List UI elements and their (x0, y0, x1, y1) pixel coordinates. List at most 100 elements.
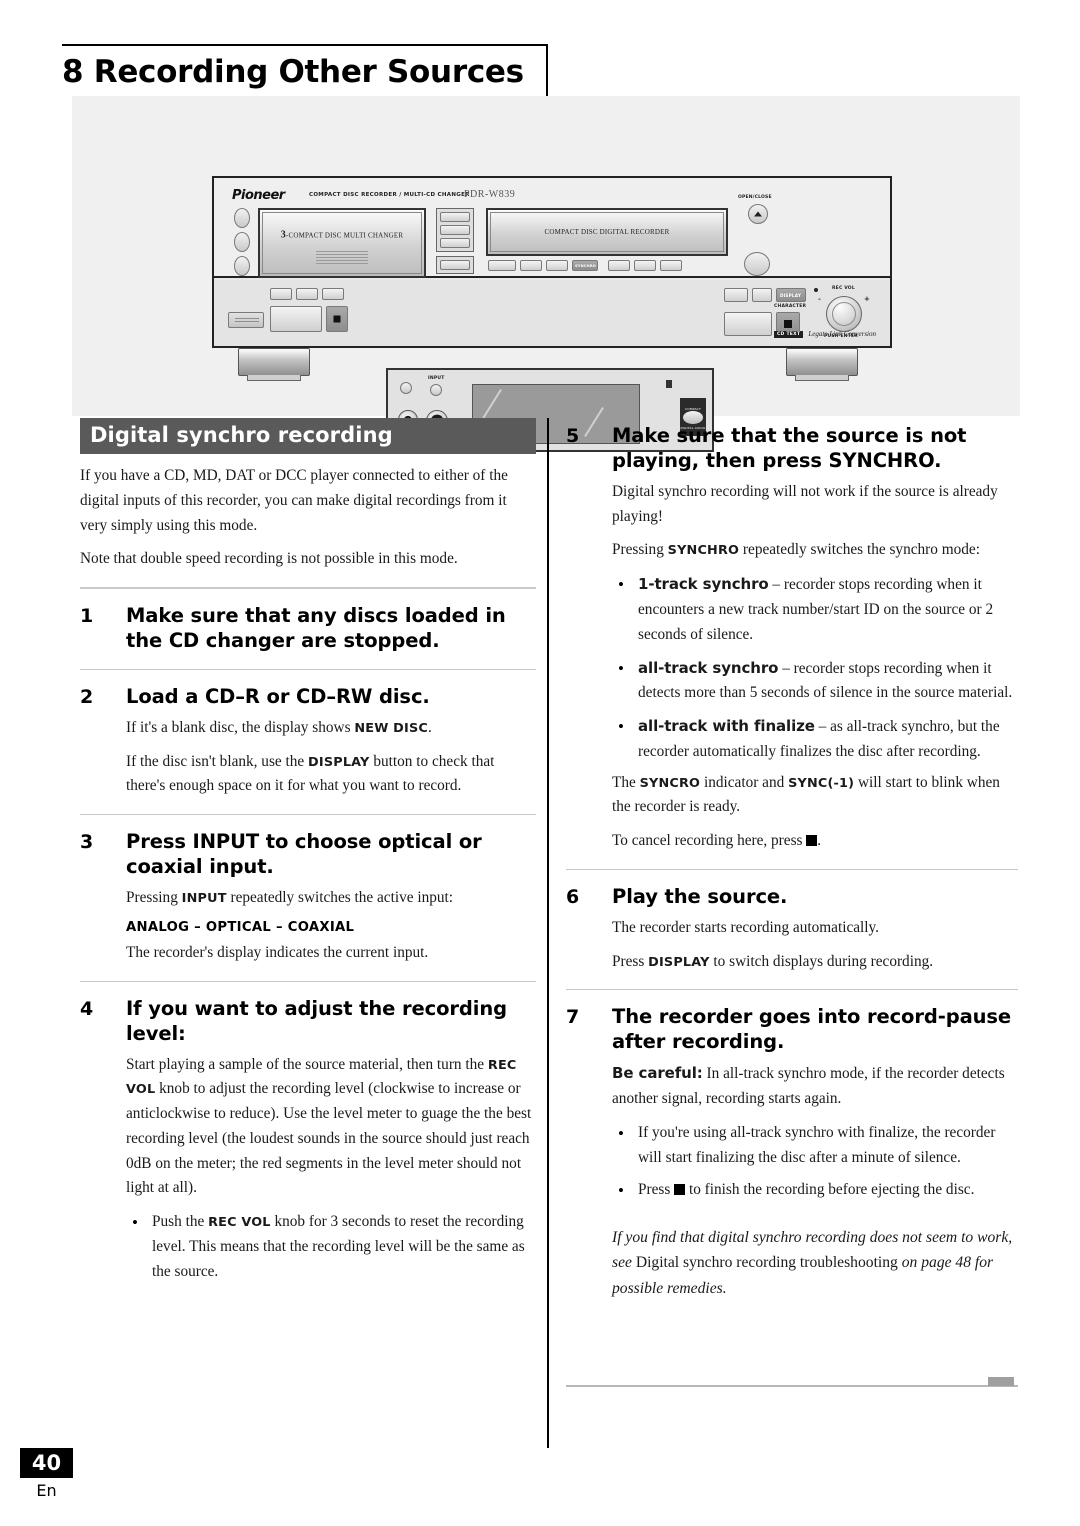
section-note: Note that double speed recording is not … (80, 550, 458, 568)
cd-recorder-tray: COMPACT DISC DIGITAL RECORDER (486, 208, 728, 256)
column-divider (547, 418, 549, 1448)
display-keyword: DISPLAY (308, 754, 370, 770)
step-2-title: Load a CD–R or CD–RW disc. (126, 684, 430, 708)
legato-link-text: Legato Link Conversion (808, 330, 876, 338)
list-item: Push the REC VOL knob for 3 seconds to r… (126, 1209, 536, 1284)
section-heading: Digital synchro recording (80, 418, 536, 454)
divider-rule (80, 587, 536, 590)
step-7-number: 7 (566, 1006, 580, 1029)
rec-vol-plus: + (864, 295, 871, 303)
rec-vol-knob (826, 296, 862, 332)
step-7: 7 The recorder goes into record-pause af… (566, 1005, 1018, 1300)
step-4-number: 4 (80, 997, 94, 1020)
list-item: 1-track synchro – recorder stops recordi… (612, 571, 1018, 647)
step-2-number: 2 (80, 685, 94, 708)
footer-rule (566, 1385, 1018, 1387)
rec-vol-minus: – (818, 296, 822, 303)
page-title: 8 Recording Other Sources (62, 54, 524, 90)
step-5-number: 5 (566, 425, 580, 447)
step-6-para-1: The recorder starts recording automatica… (612, 918, 880, 936)
divider-rule (80, 814, 536, 816)
step-7-bullets: If you're using all-track synchro with f… (612, 1120, 1018, 1205)
open-close-label: OPEN/CLOSE (738, 195, 772, 200)
page-header: 8 Recording Other Sources (62, 44, 548, 96)
cd-changer-tray: 3-COMPACT DISC MULTI CHANGER (258, 208, 426, 278)
divider-rule (80, 980, 536, 982)
step-2-para-1: If it's a blank disc, the display shows … (126, 718, 432, 736)
recorder-btn-1 (488, 260, 516, 271)
list-item: all-track synchro – recorder stops recor… (612, 655, 1018, 707)
unit-top-face: Pioneer COMPACT DISC RECORDER / MULTI-CD… (214, 178, 890, 278)
step-6: 6 Play the source. The recorder starts r… (566, 885, 1018, 974)
mode-term: all-track synchro (638, 658, 779, 677)
bottom-play-button (270, 306, 322, 332)
bottom-btn-1 (270, 288, 292, 300)
changer-round-button-3 (234, 256, 250, 276)
sync-minus-one-keyword: SYNC(-1) (788, 775, 855, 791)
step-7-title: The recorder goes into record-pause afte… (612, 1005, 1012, 1054)
display-button: DISPLAY (776, 288, 806, 302)
step-5: 5 Make sure that the source is not playi… (566, 424, 1018, 854)
step-4: 4 If you want to adjust the recording le… (80, 997, 536, 1285)
changer-round-button-2 (234, 232, 250, 252)
divider-rule (566, 989, 1018, 991)
section-intro: If you have a CD, MD, DAT or DCC player … (80, 467, 508, 534)
step-2: 2 Load a CD–R or CD–RW disc. If it's a b… (80, 685, 536, 799)
display-module-led (400, 382, 412, 394)
list-item: Press to finish the recording before eje… (612, 1177, 1018, 1204)
step-2-para-2: If the disc isn't blank, use the DISPLAY… (126, 752, 495, 795)
step-6-number: 6 (566, 885, 580, 908)
pioneer-pdr-w839-unit: Pioneer COMPACT DISC RECORDER / MULTI-CD… (212, 176, 892, 452)
step-1: 1 Make sure that any discs loaded in the… (80, 604, 536, 654)
be-careful-label: Be careful: (612, 1064, 703, 1083)
step-5-para-1: Digital synchro recording will not work … (612, 482, 998, 525)
cd-text-badge: CD TEXT (773, 330, 804, 338)
input-sequence: ANALOG – OPTICAL – COAXIAL (126, 919, 355, 935)
display-keyword: DISPLAY (648, 954, 710, 970)
step-4-bullets: Push the REC VOL knob for 3 seconds to r… (126, 1209, 536, 1284)
changer-btn-b (440, 225, 470, 235)
display-button-label: DISPLAY (780, 293, 802, 298)
list-item: If you're using all-track synchro with f… (612, 1120, 1018, 1171)
rec-vol-led (814, 288, 818, 292)
unit-foot-left (238, 348, 310, 381)
step-7-para-1: Be careful: In all-track synchro mode, i… (612, 1064, 1005, 1108)
bottom-stop-button (326, 306, 348, 332)
step-1-title: Make sure that any discs loaded in the C… (126, 604, 506, 653)
changer-tray-label: 3-COMPACT DISC MULTI CHANGER (280, 229, 404, 241)
syncro-keyword: SYNCRO (639, 775, 701, 791)
model-number: PDR-W839 (464, 189, 516, 200)
changer-disc-stack-icon (316, 250, 368, 265)
recorder-btn-3 (546, 260, 568, 271)
input-label: INPUT (428, 376, 445, 381)
product-illustration: Pioneer COMPACT DISC RECORDER / MULTI-CD… (72, 96, 1020, 452)
input-button (430, 384, 442, 396)
footer-tab-marker (988, 1377, 1014, 1386)
input-keyword: INPUT (181, 891, 227, 907)
power-button (744, 252, 770, 276)
legato-link-conversion-logo: CD TEXT Legato Link Conversion (773, 330, 876, 338)
page-number: 40 (20, 1448, 73, 1478)
recorder-btn-2 (520, 260, 542, 271)
rec-btn-2 (752, 288, 772, 302)
step-3-number: 3 (80, 831, 94, 854)
step-5-para-4: To cancel recording here, press . (612, 832, 822, 850)
rec-vol-label: REC VOL (832, 286, 855, 291)
open-close-button (748, 204, 768, 224)
changer-round-button-1 (234, 208, 250, 228)
right-column: 5 Make sure that the source is not playi… (566, 424, 1018, 1301)
synchro-modes-list: 1-track synchro – recorder stops recordi… (612, 571, 1018, 765)
unit-subtitle: COMPACT DISC RECORDER / MULTI-CD CHANGER (309, 192, 470, 198)
character-label: CHARACTER (774, 304, 807, 309)
recorder-btn-4 (608, 260, 630, 271)
step-6-para-2: Press DISPLAY to switch displays during … (612, 952, 934, 970)
step-3: 3 Press INPUT to choose optical or coaxi… (80, 830, 536, 965)
troubleshooting-note: If you find that digital synchro recordi… (612, 1229, 1013, 1297)
unit-bottom-face: INPUT COMPACT DIGITAL AUDIO DISPLAY CHAR… (214, 280, 890, 452)
step-5-title: Make sure that the source is not playing… (612, 424, 967, 472)
recorder-btn-5 (634, 260, 656, 271)
synchro-keyword: SYNCHRO (667, 543, 740, 559)
list-item: all-track with finalize – as all-track s… (612, 713, 1018, 765)
stop-button-icon (806, 835, 818, 847)
step-1-number: 1 (80, 605, 94, 628)
